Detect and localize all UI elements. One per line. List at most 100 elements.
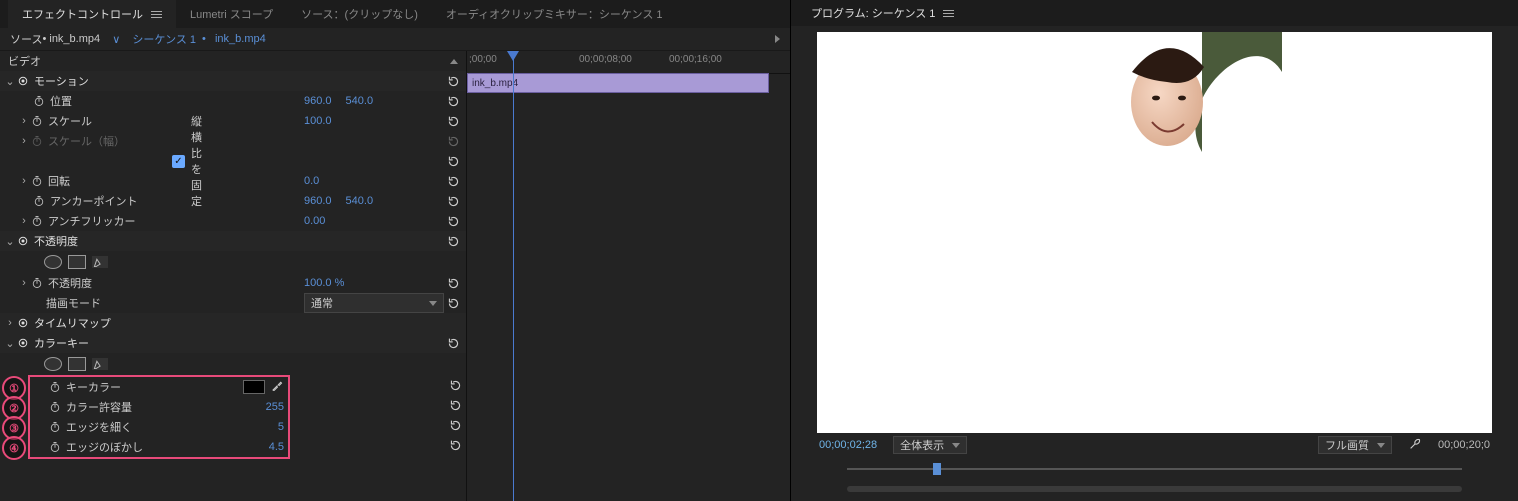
panel-menu-icon[interactable] bbox=[943, 10, 954, 17]
reset-icon[interactable] bbox=[444, 297, 462, 310]
twirl-down-icon[interactable]: ⌄ bbox=[4, 75, 16, 88]
prop-label: 位置 bbox=[50, 93, 304, 109]
rotation-value[interactable]: 0.0 bbox=[304, 175, 319, 187]
dropdown-icon bbox=[952, 443, 960, 448]
reset-icon bbox=[444, 135, 462, 148]
tolerance-value[interactable]: 255 bbox=[266, 401, 284, 413]
twirl-down-icon[interactable]: ⌄ bbox=[4, 235, 16, 248]
stopwatch-icon[interactable] bbox=[32, 94, 46, 108]
opacity-value[interactable]: 100.0 % bbox=[304, 277, 344, 289]
stopwatch-icon[interactable] bbox=[48, 420, 62, 434]
fit-value: 全体表示 bbox=[900, 437, 944, 453]
prop-label: アンチフリッカー bbox=[48, 213, 304, 229]
fx-toggle-icon[interactable] bbox=[16, 234, 30, 248]
pen-mask-icon[interactable] bbox=[92, 256, 108, 268]
chevron-right-icon[interactable] bbox=[775, 35, 780, 43]
effect-label: カラーキー bbox=[34, 335, 304, 351]
twirl-right-icon[interactable]: › bbox=[4, 317, 16, 329]
edge-blur-value[interactable]: 4.5 bbox=[269, 441, 284, 453]
blend-mode-select[interactable]: 通常 bbox=[304, 293, 444, 313]
zoom-slider[interactable] bbox=[847, 481, 1462, 497]
stopwatch-icon[interactable] bbox=[30, 114, 44, 128]
reset-icon[interactable] bbox=[444, 95, 462, 108]
stopwatch-icon[interactable] bbox=[48, 400, 62, 414]
aspect-lock-checkbox[interactable]: ✓ bbox=[172, 155, 185, 168]
tab-label: ソース：(クリップなし) bbox=[301, 6, 418, 22]
rect-mask-icon[interactable] bbox=[68, 357, 86, 371]
stopwatch-icon[interactable] bbox=[30, 174, 44, 188]
stopwatch-icon[interactable] bbox=[30, 214, 44, 228]
reset-icon[interactable] bbox=[449, 415, 462, 435]
reset-icon[interactable] bbox=[444, 277, 462, 290]
scale-value[interactable]: 100.0 bbox=[304, 115, 332, 127]
reset-icon[interactable] bbox=[449, 375, 462, 395]
wrench-icon[interactable] bbox=[1408, 437, 1422, 454]
mask-tools bbox=[0, 251, 466, 273]
stopwatch-icon[interactable] bbox=[30, 276, 44, 290]
breadcrumb-seq-clip[interactable]: ink_b.mp4 bbox=[215, 33, 266, 45]
reset-icon[interactable] bbox=[444, 75, 462, 88]
effect-colorkey[interactable]: ⌄ カラーキー bbox=[0, 333, 466, 353]
effect-opacity[interactable]: ⌄ 不透明度 bbox=[0, 231, 466, 251]
stopwatch-icon[interactable] bbox=[48, 380, 62, 394]
twirl-down-icon[interactable]: ⌄ bbox=[4, 337, 16, 350]
tab-lumetri-scopes[interactable]: Lumetri スコープ bbox=[176, 0, 287, 28]
reset-icon[interactable] bbox=[444, 195, 462, 208]
twirl-right-icon[interactable]: › bbox=[18, 277, 30, 289]
scrubber-thumb[interactable] bbox=[933, 463, 941, 475]
reset-icon[interactable] bbox=[444, 215, 462, 228]
keyframe-timeline[interactable]: ;00;00 00;00;08;00 00;00;16;00 ink_b.mp4 bbox=[467, 51, 790, 501]
reset-icon[interactable] bbox=[444, 115, 462, 128]
reset-icon[interactable] bbox=[444, 175, 462, 188]
effect-label: タイムリマップ bbox=[34, 315, 304, 331]
collapse-icon[interactable] bbox=[450, 59, 458, 64]
tab-effect-controls[interactable]: エフェクトコントロール bbox=[8, 0, 176, 28]
reset-icon[interactable] bbox=[449, 395, 462, 415]
effect-timeremap[interactable]: › タイムリマップ bbox=[0, 313, 466, 333]
annotation-4: ④ bbox=[2, 436, 26, 460]
fx-toggle-icon[interactable] bbox=[16, 74, 30, 88]
panel-menu-icon[interactable] bbox=[151, 11, 162, 18]
anchor-x[interactable]: 960.0 bbox=[304, 195, 332, 207]
prop-label: エッジを細く bbox=[66, 419, 278, 435]
eyedropper-icon[interactable] bbox=[271, 379, 284, 395]
key-color-swatch[interactable] bbox=[243, 380, 265, 394]
tab-audio-mixer[interactable]: オーディオクリップミキサー：シーケンス 1 bbox=[432, 0, 677, 28]
ruler-tick: 00;00;08;00 bbox=[579, 54, 632, 65]
current-timecode[interactable]: 00;00;02;28 bbox=[819, 439, 877, 451]
fx-toggle-icon[interactable] bbox=[16, 336, 30, 350]
fit-select[interactable]: 全体表示 bbox=[893, 436, 967, 454]
ellipse-mask-icon[interactable] bbox=[44, 357, 62, 371]
program-scrubber[interactable] bbox=[847, 461, 1462, 477]
twirl-right-icon[interactable]: › bbox=[18, 175, 30, 187]
breadcrumb-sequence[interactable]: シーケンス 1 bbox=[132, 31, 196, 47]
tab-source[interactable]: ソース：(クリップなし) bbox=[287, 0, 432, 28]
position-y[interactable]: 540.0 bbox=[346, 95, 374, 107]
position-x[interactable]: 960.0 bbox=[304, 95, 332, 107]
program-monitor[interactable] bbox=[817, 32, 1492, 433]
anchor-y[interactable]: 540.0 bbox=[346, 195, 374, 207]
rect-mask-icon[interactable] bbox=[68, 255, 86, 269]
reset-icon[interactable] bbox=[444, 155, 462, 168]
effect-motion[interactable]: ⌄ モーション bbox=[0, 71, 466, 91]
stopwatch-icon[interactable] bbox=[32, 194, 46, 208]
ellipse-mask-icon[interactable] bbox=[44, 255, 62, 269]
playhead[interactable] bbox=[513, 51, 514, 501]
effect-label: モーション bbox=[34, 73, 304, 89]
fx-toggle-icon[interactable] bbox=[16, 316, 30, 330]
twirl-right-icon[interactable]: › bbox=[18, 115, 30, 127]
quality-select[interactable]: フル画質 bbox=[1318, 436, 1392, 454]
reset-icon[interactable] bbox=[444, 235, 462, 248]
prop-aspect-lock: ✓ 縦横比を固定 bbox=[0, 151, 466, 171]
tab-label: エフェクトコントロール bbox=[22, 6, 143, 22]
reset-icon[interactable] bbox=[444, 337, 462, 350]
breadcrumb-clip[interactable]: ink_b.mp4 bbox=[49, 33, 100, 45]
stopwatch-icon[interactable] bbox=[48, 440, 62, 454]
edge-thin-value[interactable]: 5 bbox=[278, 421, 284, 433]
pen-mask-icon[interactable] bbox=[92, 358, 108, 370]
reset-icon[interactable] bbox=[449, 435, 462, 455]
twirl-right-icon[interactable]: › bbox=[18, 215, 30, 227]
prop-edge-thin: エッジを細く 5 bbox=[30, 417, 288, 437]
tab-program-monitor[interactable]: プログラム: シーケンス 1 bbox=[801, 0, 964, 26]
antiflicker-value[interactable]: 0.00 bbox=[304, 215, 325, 227]
